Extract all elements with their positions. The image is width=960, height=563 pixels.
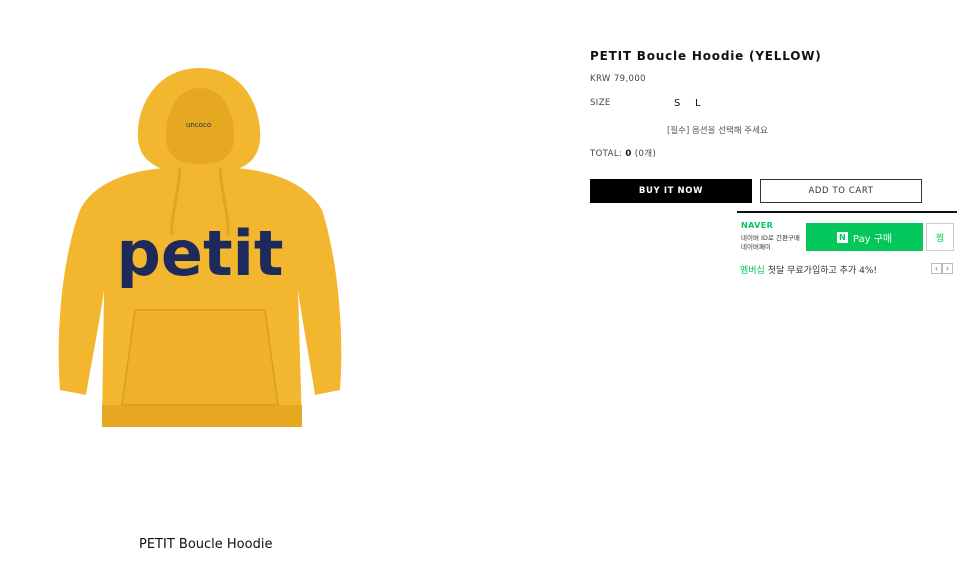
option-required-notice: [필수] 옵션을 선택해 주세요 xyxy=(667,126,768,136)
size-label: SIZE xyxy=(590,98,611,108)
naver-pay-button-label: Pay 구매 xyxy=(852,233,893,245)
total-count: (0개) xyxy=(634,149,657,159)
size-option-s[interactable]: S xyxy=(674,98,680,109)
naver-n-icon: N xyxy=(836,231,848,243)
wishlist-button[interactable]: 찜 xyxy=(926,223,954,251)
promo-text: 첫달 무료가입하고 추가 4%! xyxy=(764,266,877,276)
chevron-left-icon[interactable]: ‹ xyxy=(931,263,942,274)
size-option-l[interactable]: L xyxy=(695,98,701,109)
chevron-right-icon[interactable]: › xyxy=(942,263,953,274)
add-to-cart-button[interactable]: ADD TO CART xyxy=(760,179,922,203)
svg-text:uncoco: uncoco xyxy=(186,121,211,129)
naver-pay-line2: 네이버페이 xyxy=(741,243,771,251)
naver-pay-box: NAVER 네이버 ID로 간편구매 네이버페이 N Pay 구매 찜 xyxy=(737,211,957,253)
total-amount: 0 xyxy=(625,149,632,159)
product-price: KRW 79,000 xyxy=(590,74,646,84)
total-label: TOTAL: xyxy=(590,149,623,159)
product-caption[interactable]: PETIT Boucle Hoodie xyxy=(139,537,272,552)
promo-highlight: 멤버십 xyxy=(740,266,765,276)
total-summary: TOTAL: 0 (0개) xyxy=(590,147,656,159)
naver-pay-button[interactable]: N Pay 구매 xyxy=(806,223,923,251)
hoodie-lettering: petit xyxy=(117,217,284,290)
membership-promo[interactable]: 멤버십 첫달 무료가입하고 추가 4%! xyxy=(740,263,877,276)
product-image: uncoco petit xyxy=(58,68,342,427)
naver-logo: NAVER xyxy=(741,221,774,230)
buy-now-button[interactable]: BUY IT NOW xyxy=(590,179,752,203)
product-title: PETIT Boucle Hoodie (YELLOW) xyxy=(590,49,822,63)
